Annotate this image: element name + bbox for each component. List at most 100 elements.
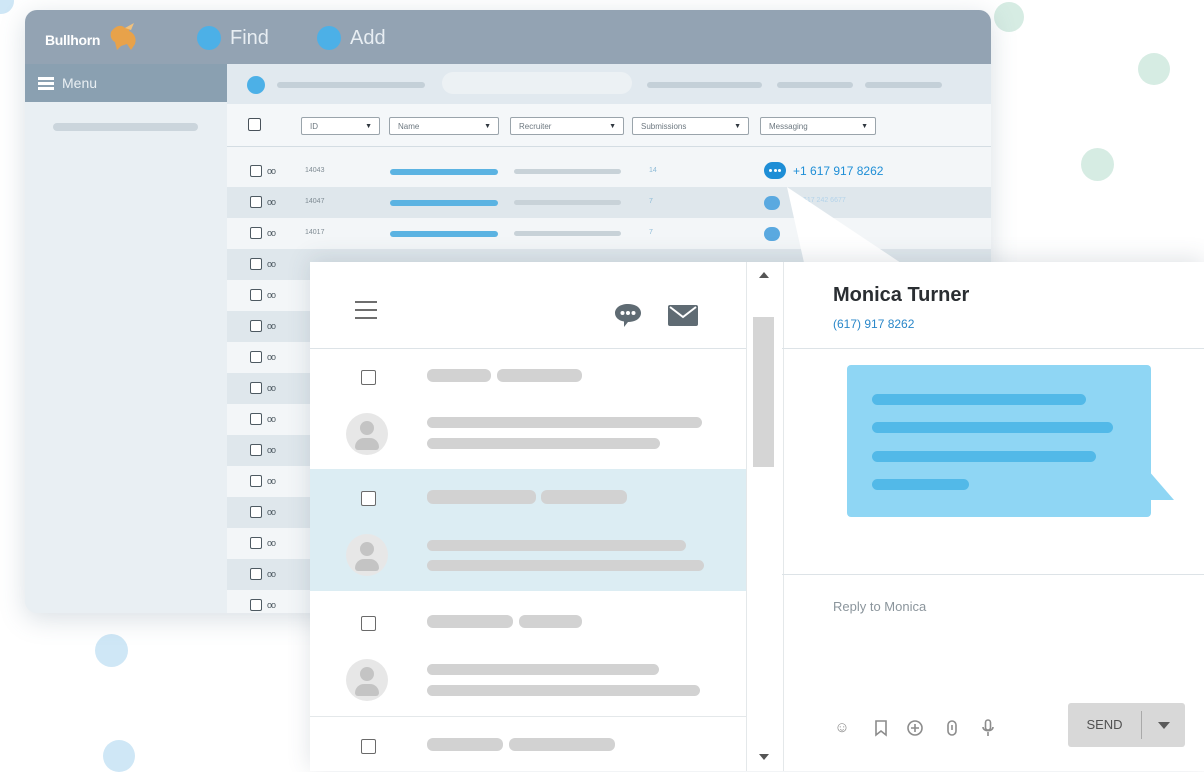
avatar	[346, 534, 388, 576]
add-button[interactable]: Add	[317, 24, 386, 52]
row-checkbox[interactable]	[250, 568, 262, 580]
filter-recruiter[interactable]: Recruiter ▼	[510, 117, 624, 135]
conversation-list-item-selected[interactable]	[310, 469, 746, 591]
message-line-placeholder	[872, 422, 1113, 433]
conversation-list-item[interactable]	[310, 591, 746, 717]
item-checkbox[interactable]	[361, 491, 376, 506]
item-checkbox[interactable]	[361, 739, 376, 754]
toolbar-placeholder	[777, 82, 853, 88]
find-dot-icon	[197, 26, 221, 50]
row-checkbox[interactable]	[250, 506, 262, 518]
binoculars-icon[interactable]: oo	[267, 290, 276, 300]
row-checkbox[interactable]	[250, 227, 262, 239]
binoculars-icon[interactable]: oo	[267, 538, 276, 548]
chat-icon[interactable]	[764, 196, 780, 210]
row-name-link[interactable]	[390, 200, 498, 206]
envelope-icon[interactable]	[668, 305, 698, 326]
conversation-list-scrollbar[interactable]	[746, 262, 784, 771]
toolbar-placeholder	[865, 82, 942, 88]
filter-messaging[interactable]: Messaging ▼	[760, 117, 876, 135]
binoculars-icon[interactable]: oo	[267, 600, 276, 610]
table-row[interactable]: oo 14043 14 +1 617 917 8262	[227, 156, 991, 187]
reply-input[interactable]: Reply to Monica	[833, 599, 926, 614]
row-recruiter-placeholder	[514, 231, 621, 236]
scrollbar-thumb[interactable]	[753, 317, 774, 467]
decor-dot	[0, 0, 14, 14]
binoculars-icon[interactable]: oo	[267, 197, 276, 207]
binoculars-icon[interactable]: oo	[267, 228, 276, 238]
item-title-placeholder	[541, 490, 627, 504]
row-checkbox[interactable]	[250, 258, 262, 270]
row-name-link[interactable]	[390, 231, 498, 237]
sidebar-item-placeholder[interactable]	[53, 123, 198, 131]
select-all-checkbox[interactable]	[248, 118, 261, 131]
row-checkbox[interactable]	[250, 444, 262, 456]
item-checkbox[interactable]	[361, 616, 376, 631]
decor-dot	[994, 2, 1024, 32]
message-line-placeholder	[872, 394, 1086, 405]
chat-bubble-icon[interactable]	[613, 302, 643, 328]
menu-label: Menu	[62, 75, 98, 91]
filter-name[interactable]: Name ▼	[389, 117, 499, 135]
menu-hamburger-icon	[38, 75, 54, 92]
contact-phone[interactable]: (617) 917 8262	[833, 317, 914, 331]
row-checkbox[interactable]	[250, 599, 262, 611]
conversation-list-item[interactable]	[310, 717, 746, 771]
binoculars-icon[interactable]: oo	[267, 166, 276, 176]
attachment-icon[interactable]	[942, 718, 962, 738]
binoculars-icon[interactable]: oo	[267, 569, 276, 579]
row-checkbox[interactable]	[250, 413, 262, 425]
binoculars-icon[interactable]: oo	[267, 445, 276, 455]
smiley-icon[interactable]: ☺	[832, 718, 852, 738]
row-checkbox[interactable]	[250, 289, 262, 301]
row-id: 14017	[305, 229, 325, 236]
binoculars-icon[interactable]: oo	[267, 507, 276, 517]
row-checkbox[interactable]	[250, 320, 262, 332]
status-dot-icon	[247, 76, 265, 94]
binoculars-icon[interactable]: oo	[267, 259, 276, 269]
binoculars-icon[interactable]: oo	[267, 352, 276, 362]
send-button[interactable]: SEND	[1068, 703, 1141, 747]
row-checkbox[interactable]	[250, 537, 262, 549]
add-dot-icon	[317, 26, 341, 50]
item-preview-placeholder	[427, 685, 700, 696]
conversation-list-item[interactable]	[310, 349, 746, 469]
hamburger-menu-icon[interactable]	[355, 301, 377, 319]
row-checkbox[interactable]	[250, 382, 262, 394]
row-phone[interactable]: +1 617 917 8262	[793, 164, 883, 178]
microphone-icon[interactable]	[978, 718, 998, 738]
binoculars-icon[interactable]: oo	[267, 414, 276, 424]
app-top-bar: Bullhorn Find Add	[25, 10, 991, 64]
row-checkbox[interactable]	[250, 475, 262, 487]
item-preview-placeholder	[427, 540, 686, 551]
bookmark-icon[interactable]	[871, 718, 891, 738]
binoculars-icon[interactable]: oo	[267, 383, 276, 393]
bullhorn-logo: Bullhorn	[45, 32, 101, 48]
row-checkbox[interactable]	[250, 165, 262, 177]
item-title-placeholder	[427, 490, 536, 504]
chat-icon[interactable]	[764, 227, 780, 241]
filter-submissions[interactable]: Submissions ▼	[632, 117, 749, 135]
item-title-placeholder	[427, 738, 503, 751]
search-field[interactable]	[442, 72, 632, 94]
row-checkbox[interactable]	[250, 351, 262, 363]
filter-submissions-label: Submissions	[641, 122, 687, 131]
item-checkbox[interactable]	[361, 370, 376, 385]
add-circle-icon[interactable]	[905, 718, 925, 738]
item-preview-placeholder	[427, 417, 702, 428]
filter-id[interactable]: ID ▼	[301, 117, 380, 135]
find-button[interactable]: Find	[197, 24, 269, 52]
chat-icon[interactable]	[764, 162, 786, 179]
chevron-down-icon	[1158, 722, 1170, 729]
scroll-down-arrow[interactable]	[759, 754, 769, 760]
scroll-up-arrow[interactable]	[759, 272, 769, 278]
conversation-list-header	[310, 262, 746, 349]
send-options-dropdown[interactable]	[1142, 703, 1185, 747]
compose-area: Reply to Monica ☺ SEND	[782, 574, 1204, 772]
row-name-link[interactable]	[390, 169, 498, 175]
bull-logo-icon	[110, 23, 136, 50]
binoculars-icon[interactable]: oo	[267, 476, 276, 486]
row-checkbox[interactable]	[250, 196, 262, 208]
binoculars-icon[interactable]: oo	[267, 321, 276, 331]
menu-button[interactable]: Menu	[25, 64, 227, 102]
